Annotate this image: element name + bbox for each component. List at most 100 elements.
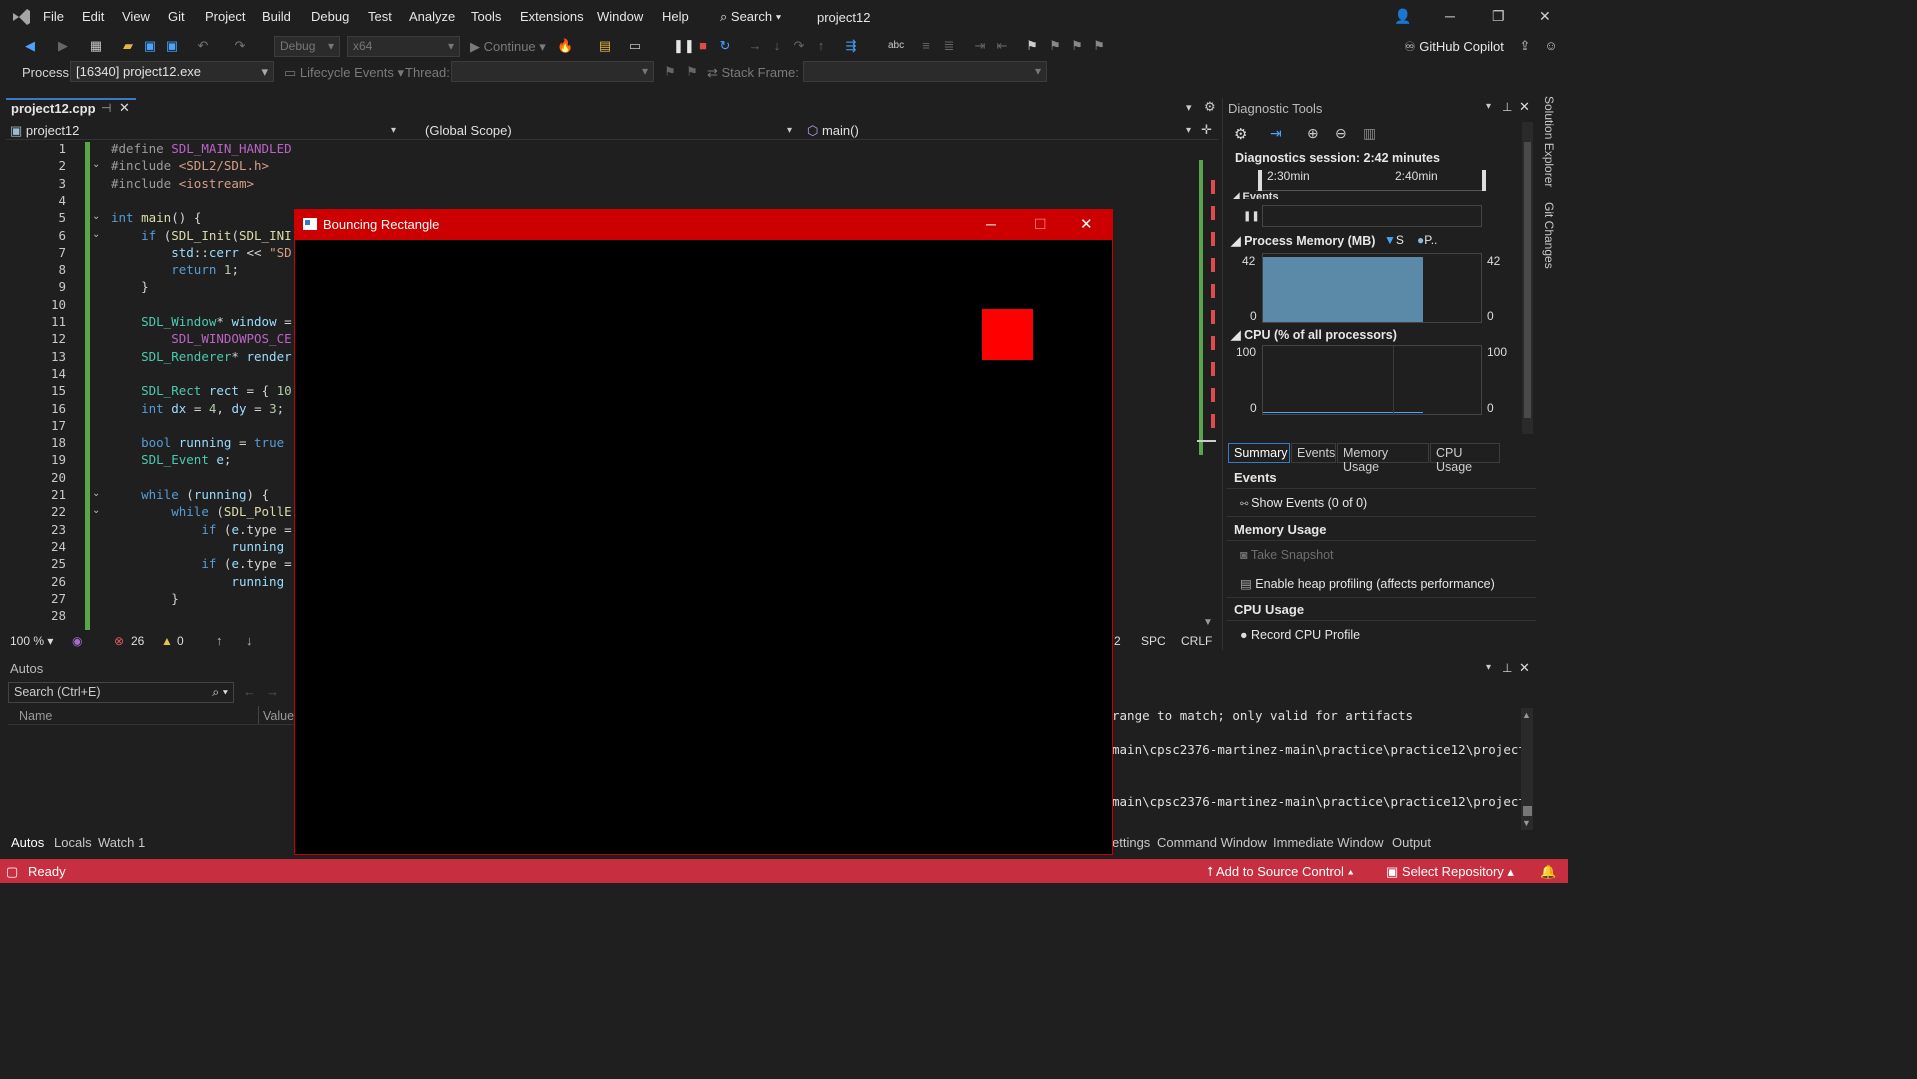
menu-item-help[interactable]: Help xyxy=(662,9,689,24)
code-line[interactable]: } xyxy=(111,279,149,294)
menu-item-git[interactable]: Git xyxy=(168,9,185,24)
code-line[interactable]: running xyxy=(111,539,284,554)
step-out-icon[interactable]: ↑ xyxy=(813,38,829,54)
heap-profiling-toggle[interactable]: ▤ Enable heap profiling (affects perform… xyxy=(1240,576,1495,591)
fold-chevron-icon[interactable]: ⌄ xyxy=(92,488,100,499)
menu-item-edit[interactable]: Edit xyxy=(82,9,104,24)
autos-tab-locals[interactable]: Locals xyxy=(54,835,92,850)
uncomment-icon[interactable]: ≣ xyxy=(941,38,957,54)
zoom-out-icon[interactable]: ⊖ xyxy=(1335,125,1347,142)
menu-item-extensions[interactable]: Extensions xyxy=(520,9,584,24)
cpu-chart[interactable] xyxy=(1262,345,1482,415)
events-pause-icon[interactable]: ❚❚ xyxy=(1243,211,1260,222)
autos-tab-watch-1[interactable]: Watch 1 xyxy=(98,835,145,850)
outdent-icon[interactable]: ⇤ xyxy=(994,38,1010,54)
indent-icon[interactable]: ⇥ xyxy=(972,38,988,54)
panel-dropdown-icon[interactable]: ▾ xyxy=(1486,101,1491,112)
code-line[interactable]: } xyxy=(111,591,179,606)
code-line[interactable]: #include <SDL2/SDL.h> xyxy=(111,158,269,173)
record-cpu-profile-button[interactable]: ● Record CPU Profile xyxy=(1240,628,1360,642)
lifecycle-events-button[interactable]: ▭ Lifecycle Events ▾ xyxy=(284,65,404,81)
threads-icon[interactable]: ⇶ xyxy=(843,38,859,54)
diag-tab-memory-usage[interactable]: Memory Usage xyxy=(1337,443,1429,474)
tab-close-icon[interactable]: ✕ xyxy=(119,100,130,116)
memory-chart[interactable] xyxy=(1262,253,1482,323)
sdl-app-window[interactable] xyxy=(294,209,1113,855)
warning-count[interactable]: 0 xyxy=(177,634,184,648)
nav-function-dropdown-icon[interactable]: ▾ xyxy=(1186,125,1191,136)
zoom-select[interactable]: 100 % ▾ xyxy=(10,634,53,648)
column-indicator[interactable]: 2 xyxy=(1114,634,1121,648)
menu-item-tools[interactable]: Tools xyxy=(471,9,501,24)
nav-project-select[interactable]: ▣ project12 xyxy=(10,123,79,139)
undo-icon[interactable]: ↶ xyxy=(195,38,211,54)
diag-export-icon[interactable]: ⇥ xyxy=(1270,125,1282,142)
tab-dropdown-icon[interactable]: ▾ xyxy=(1186,101,1192,114)
menu-item-test[interactable]: Test xyxy=(368,9,392,24)
menu-item-debug[interactable]: Debug xyxy=(311,9,349,24)
step-into-icon[interactable]: ↓ xyxy=(769,38,785,54)
diag-settings-icon[interactable]: ⚙ xyxy=(1234,125,1247,143)
minimize-button[interactable]: ─ xyxy=(1445,8,1455,24)
feedback-icon[interactable]: ☺ xyxy=(1543,38,1559,54)
scroll-down-icon[interactable]: ▼ xyxy=(1203,617,1213,628)
code-line[interactable]: #include <iostream> xyxy=(111,176,254,191)
code-line[interactable]: running xyxy=(111,574,284,589)
pin-icon[interactable]: ⊣ xyxy=(101,101,111,115)
diag-scroll-thumb[interactable] xyxy=(1524,142,1531,418)
cpu-header[interactable]: ◢ CPU (% of all processors) xyxy=(1231,327,1397,342)
code-line[interactable]: std::cerr << "SD xyxy=(111,245,291,260)
search-forward-icon[interactable]: → xyxy=(266,684,279,699)
code-line[interactable]: SDL_Event e; xyxy=(111,452,231,467)
output-close-icon[interactable]: ✕ xyxy=(1519,660,1530,676)
diag-tab-cpu-usage[interactable]: CPU Usage xyxy=(1430,443,1500,474)
share-icon[interactable]: ⇪ xyxy=(1517,38,1533,54)
output-scroll-down-icon[interactable]: ▼ xyxy=(1522,818,1531,828)
app-maximize-button[interactable]: ☐ xyxy=(1034,216,1047,233)
hot-reload-icon[interactable]: 🔥 xyxy=(557,38,573,54)
open-folder-icon[interactable]: ▰ xyxy=(120,38,136,54)
spell-check-icon[interactable]: abc xyxy=(888,38,904,54)
events-track[interactable] xyxy=(1262,205,1482,227)
platform-select[interactable]: x64 ▾ xyxy=(347,36,460,57)
chart-icon[interactable]: ▥ xyxy=(1363,125,1376,142)
comment-icon[interactable]: ≡ xyxy=(918,38,934,54)
fold-chevron-icon[interactable]: ⌄ xyxy=(92,211,100,222)
diag-tab-summary[interactable]: Summary xyxy=(1228,443,1290,463)
clear-bookmarks-icon[interactable]: ⚑ xyxy=(1091,38,1107,54)
editor-settings-icon[interactable]: ⚙ xyxy=(1204,99,1216,115)
layout-icon[interactable]: ▭ xyxy=(627,38,643,54)
menu-item-analyze[interactable]: Analyze xyxy=(409,9,455,24)
output-tab-immediate-window[interactable]: Immediate Window xyxy=(1273,835,1384,850)
app-close-button[interactable]: ✕ xyxy=(1080,215,1093,233)
output-tab-ettings[interactable]: ettings xyxy=(1112,835,1150,850)
config-select[interactable]: Debug ▾ xyxy=(274,36,340,57)
indent-indicator[interactable]: SPC xyxy=(1141,634,1166,648)
continue-button[interactable]: ▶ Continue ▾ xyxy=(470,39,546,55)
select-repository-button[interactable]: ▣ Select Repository ▴ xyxy=(1386,864,1514,880)
process-select[interactable]: [16340] project12.exe ▾ xyxy=(70,61,274,82)
nav-function-select[interactable]: ⬡ main() xyxy=(807,123,859,139)
output-pin-icon[interactable]: ⊥ xyxy=(1502,661,1512,675)
nav-scope-dropdown-icon[interactable]: ▾ xyxy=(787,125,792,136)
menu-item-window[interactable]: Window xyxy=(597,9,643,24)
timeline-end-handle[interactable] xyxy=(1482,170,1486,191)
error-count[interactable]: 26 xyxy=(131,634,144,648)
save-icon[interactable]: ▣ xyxy=(142,38,158,54)
autos-tab-autos[interactable]: Autos xyxy=(11,835,44,850)
code-line[interactable]: SDL_WINDOWPOS_CE xyxy=(111,331,291,346)
next-issue-icon[interactable]: ↓ xyxy=(246,633,253,648)
code-line[interactable]: return 1; xyxy=(111,262,239,277)
redo-icon[interactable]: ↷ xyxy=(232,38,248,54)
eol-indicator[interactable]: CRLF xyxy=(1181,634,1212,648)
fold-chevron-icon[interactable]: ⌄ xyxy=(92,229,100,240)
app-minimize-button[interactable]: ─ xyxy=(986,216,996,232)
copilot-button[interactable]: ♾ GitHub Copilot xyxy=(1404,39,1504,55)
fold-chevron-icon[interactable]: ⌄ xyxy=(92,505,100,516)
notifications-icon[interactable]: 🔔 xyxy=(1540,864,1556,880)
thread-select[interactable]: ▾ xyxy=(451,61,654,82)
new-project-icon[interactable]: ▦ xyxy=(88,38,104,54)
show-next-statement-icon[interactable]: → xyxy=(747,38,763,54)
solution-explorer-tab[interactable]: Solution Explorer xyxy=(1542,96,1556,187)
output-tab-command-window[interactable]: Command Window xyxy=(1157,835,1267,850)
